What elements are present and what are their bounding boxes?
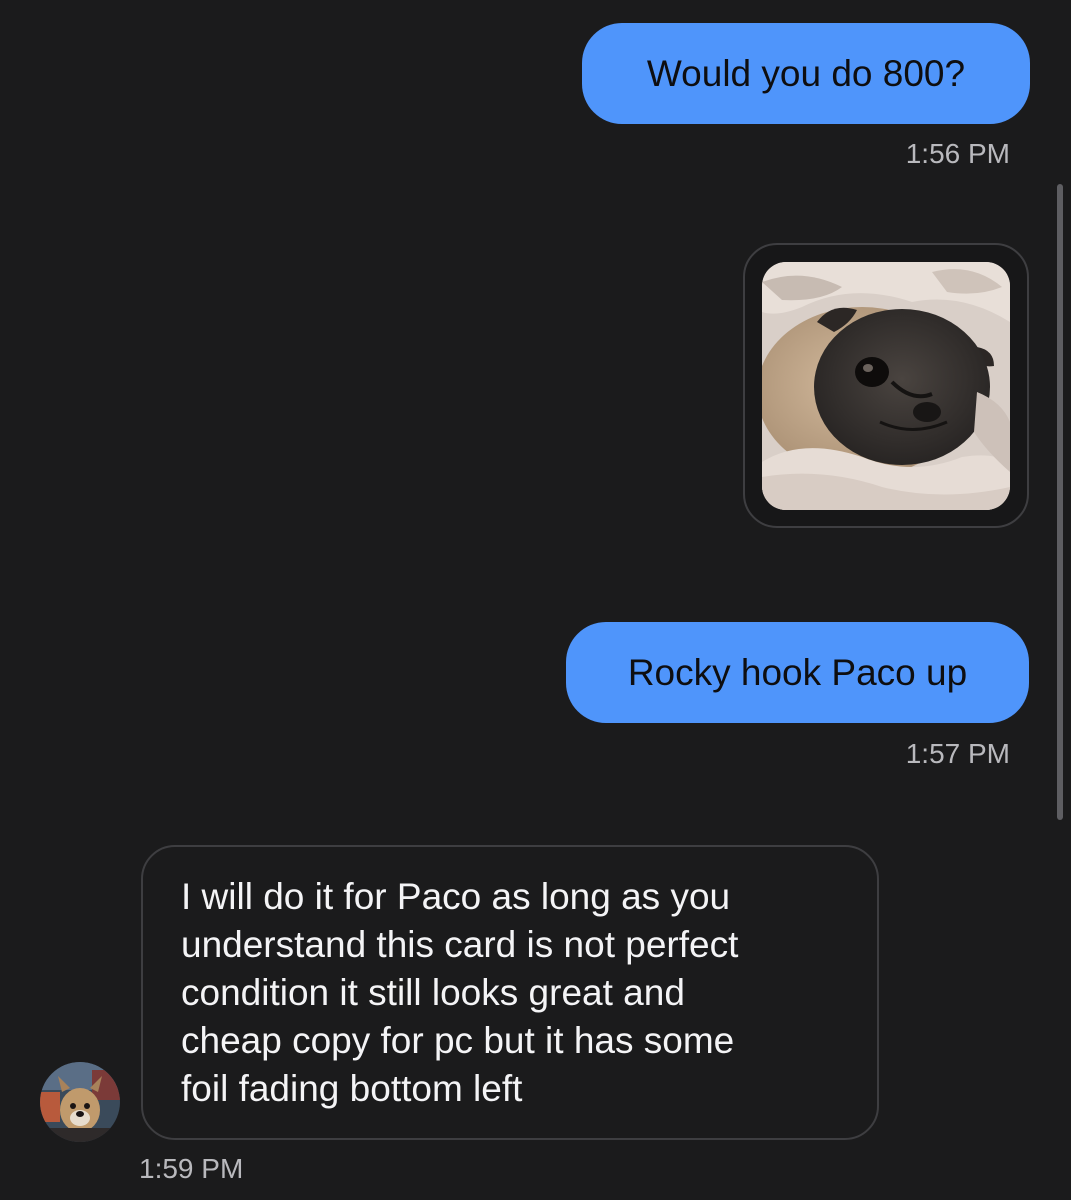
outgoing-message-bubble[interactable]: Rocky hook Paco up bbox=[566, 622, 1029, 723]
message-thread: Would you do 800? 1:56 PM Rocky hook Pac… bbox=[0, 0, 1071, 1200]
message-timestamp: 1:59 PM bbox=[139, 1153, 244, 1184]
pug-photo-icon bbox=[762, 262, 1010, 510]
message-timestamp: 1:57 PM bbox=[905, 738, 1010, 769]
dog-avatar[interactable] bbox=[40, 1062, 120, 1142]
outgoing-message-bubble[interactable]: Would you do 800? bbox=[582, 23, 1030, 124]
incoming-message-bubble[interactable]: I will do it for Paco as long as you und… bbox=[141, 845, 879, 1140]
message-timestamp: 1:56 PM bbox=[905, 138, 1010, 169]
dog-avatar-icon bbox=[40, 1062, 120, 1142]
pug-photo[interactable] bbox=[762, 262, 1010, 510]
scrollbar[interactable] bbox=[1057, 184, 1063, 820]
